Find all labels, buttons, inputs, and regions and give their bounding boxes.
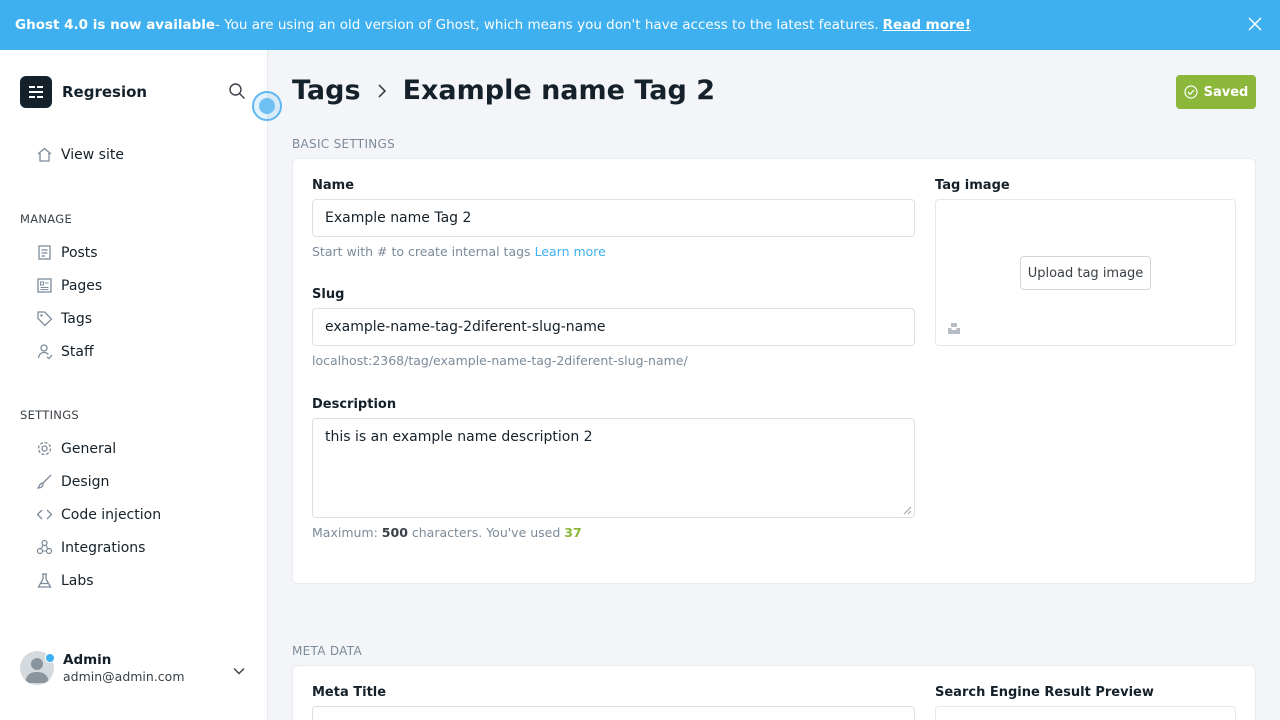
tag-image-label: Tag image — [935, 178, 1010, 193]
name-hint-text: Start with # to create internal tags — [312, 244, 531, 259]
slug-field-value: example-name-tag-2diferent-slug-name — [325, 319, 606, 335]
desc-used: 37 — [564, 525, 582, 540]
slug-field[interactable]: example-name-tag-2diferent-slug-name — [312, 308, 915, 346]
meta-title-field[interactable] — [312, 706, 915, 720]
unsplash-icon[interactable] — [947, 321, 961, 335]
sidebar: Regresion View site MANAGE Posts Pages T… — [0, 50, 268, 720]
close-icon[interactable] — [1248, 17, 1262, 31]
onboarding-pulse-indicator[interactable] — [252, 91, 282, 121]
search-preview-box — [935, 706, 1236, 720]
slug-url-preview: localhost:2368/tag/example-name-tag-2dif… — [312, 353, 688, 368]
desc-hint-prefix: Maximum: — [312, 525, 378, 540]
upload-tag-image-button[interactable]: Upload tag image — [1020, 256, 1151, 290]
description-label: Description — [312, 397, 397, 412]
desc-hint-mid: characters. You've used — [411, 525, 561, 540]
sidebar-item-integrations[interactable]: Integrations — [36, 539, 145, 556]
basic-settings-heading: BASIC SETTINGS — [292, 137, 396, 151]
sidebar-item-label: Code injection — [61, 506, 162, 523]
settings-heading: SETTINGS — [20, 408, 80, 422]
ghost-logo-icon — [29, 86, 43, 98]
save-button[interactable]: Saved — [1176, 75, 1256, 109]
user-email: admin@admin.com — [63, 669, 185, 684]
save-button-label: Saved — [1203, 84, 1249, 100]
code-icon — [36, 509, 53, 520]
learn-more-link[interactable]: Learn more — [535, 244, 606, 259]
sidebar-item-general[interactable]: General — [36, 440, 116, 457]
site-logo — [20, 76, 52, 108]
sidebar-item-label: Design — [61, 473, 110, 490]
posts-icon — [38, 245, 51, 260]
chevron-right-icon — [377, 83, 386, 98]
sidebar-item-label: Tags — [61, 310, 92, 327]
sidebar-item-pages[interactable]: Pages — [36, 277, 102, 294]
home-icon — [37, 147, 52, 162]
sidebar-item-label: Posts — [61, 244, 98, 261]
tag-image-dropzone[interactable]: Upload tag image — [935, 199, 1236, 346]
user-name: Admin — [63, 652, 112, 668]
meta-data-heading: META DATA — [292, 644, 362, 658]
name-field-value: Example name Tag 2 — [325, 210, 472, 226]
sidebar-item-labs[interactable]: Labs — [36, 572, 94, 589]
pages-icon — [37, 278, 52, 293]
meta-title-label: Meta Title — [312, 685, 387, 700]
gear-icon — [37, 441, 52, 456]
sidebar-item-label: Pages — [61, 277, 103, 294]
tag-icon — [37, 311, 53, 327]
name-field[interactable]: Example name Tag 2 — [312, 199, 915, 237]
sidebar-item-label: Integrations — [61, 539, 146, 556]
sidebar-item-label: Staff — [61, 343, 94, 360]
site-name: Regresion — [62, 83, 148, 101]
banner-headline: Ghost 4.0 is now available — [15, 17, 216, 33]
view-site-link[interactable]: View site — [36, 146, 124, 163]
desc-max: 500 — [381, 525, 408, 540]
sidebar-item-label: Labs — [61, 572, 94, 589]
name-label: Name — [312, 178, 355, 193]
sidebar-item-label: General — [61, 440, 117, 457]
brush-icon — [36, 474, 52, 489]
description-field[interactable]: this is an example name description 2 — [312, 418, 915, 518]
banner-read-more-link[interactable]: Read more! — [883, 17, 971, 33]
sidebar-item-design[interactable]: Design — [36, 473, 109, 490]
resize-handle-icon[interactable] — [903, 506, 912, 515]
description-counter: Maximum: 500 characters. You've used 37 — [312, 525, 582, 540]
sidebar-item-staff[interactable]: Staff — [36, 343, 94, 360]
sidebar-item-tags[interactable]: Tags — [36, 310, 92, 327]
breadcrumb: Tags Example name Tag 2 — [292, 75, 715, 106]
flask-icon — [37, 573, 52, 588]
search-preview-label: Search Engine Result Preview — [935, 685, 1154, 700]
check-circle-icon — [1184, 85, 1198, 99]
sidebar-item-posts[interactable]: Posts — [36, 244, 98, 261]
integrations-icon — [36, 539, 53, 555]
slug-label: Slug — [312, 287, 345, 302]
staff-icon — [37, 344, 53, 360]
page-title: Example name Tag 2 — [402, 75, 716, 106]
sidebar-item-code-injection[interactable]: Code injection — [36, 506, 161, 523]
breadcrumb-tags-link[interactable]: Tags — [292, 75, 361, 106]
brand[interactable]: Regresion — [20, 76, 147, 108]
view-site-label: View site — [61, 146, 124, 163]
banner-message: - You are using an old version of Ghost,… — [215, 17, 879, 33]
notification-dot — [45, 653, 55, 663]
chevron-down-icon[interactable] — [232, 664, 246, 678]
name-hint: Start with # to create internal tags Lea… — [312, 244, 606, 259]
description-field-value: this is an example name description 2 — [325, 429, 593, 445]
search-icon[interactable] — [228, 82, 246, 100]
update-banner: Ghost 4.0 is now available - You are usi… — [0, 0, 1280, 50]
manage-heading: MANAGE — [20, 212, 73, 226]
